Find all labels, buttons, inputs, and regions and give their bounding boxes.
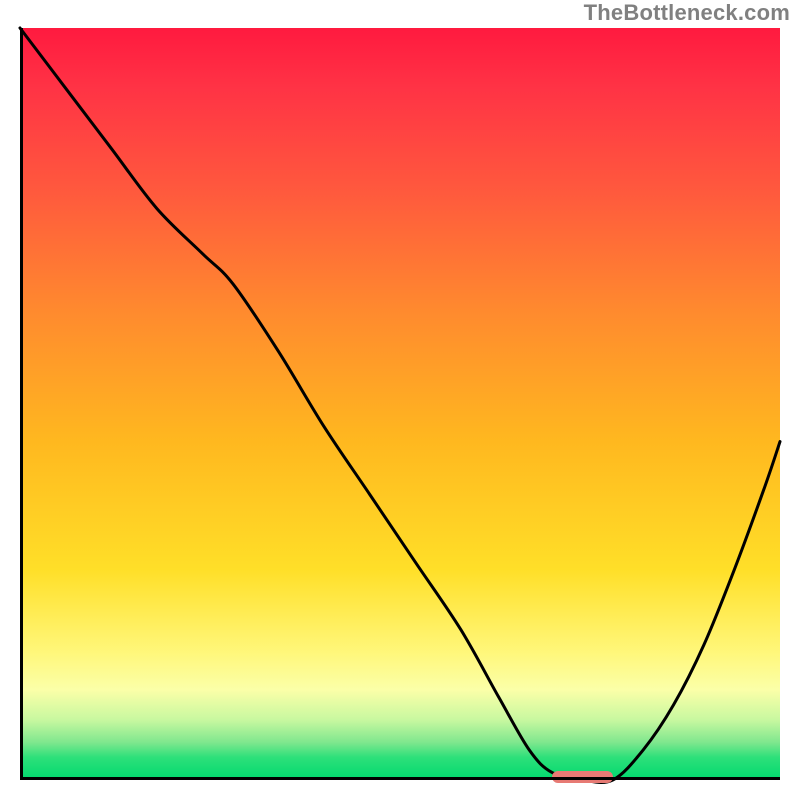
curve-svg: [20, 28, 780, 780]
optimal-marker: [552, 771, 613, 783]
plot-area: [20, 28, 780, 780]
watermark-text: TheBottleneck.com: [584, 0, 790, 26]
chart-container: TheBottleneck.com: [0, 0, 800, 800]
bottleneck-curve: [20, 28, 780, 783]
